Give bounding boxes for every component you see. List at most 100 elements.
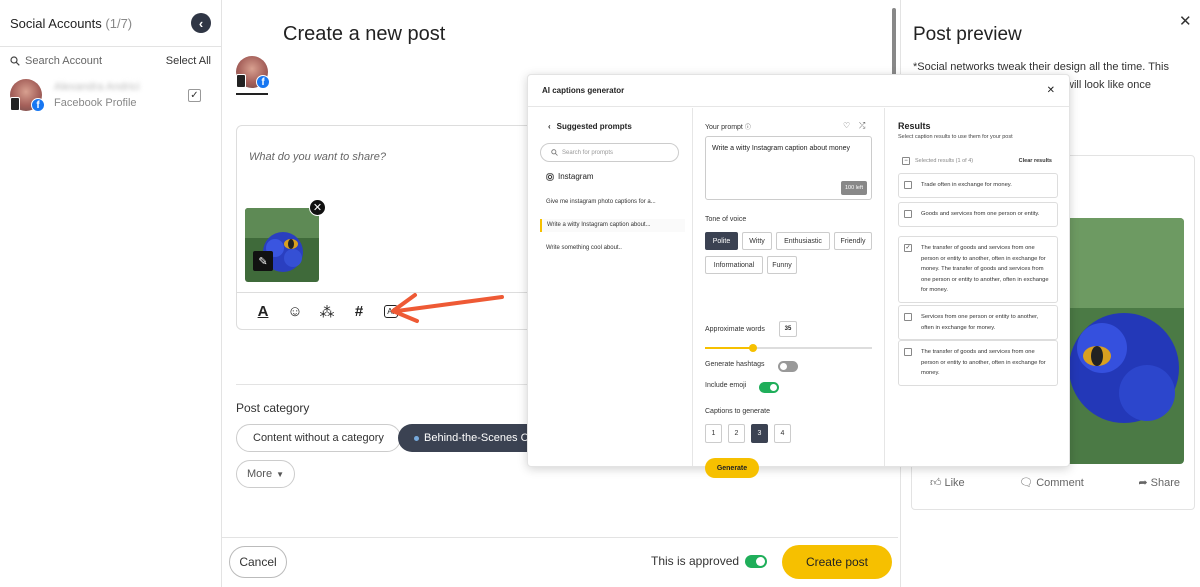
- modal-title: AI captions generator: [542, 86, 625, 95]
- caption-count-2[interactable]: 2: [728, 424, 745, 443]
- suggested-prompt-item[interactable]: Give me instagram photo captions for a..…: [540, 196, 685, 209]
- caption-count-1[interactable]: 1: [705, 424, 722, 443]
- shuffle-icon[interactable]: ⤮: [859, 121, 865, 131]
- close-icon[interactable]: ✕: [1179, 12, 1192, 30]
- char-counter: 100 left: [840, 181, 867, 195]
- results-column: Results Select caption results to use th…: [885, 108, 1071, 466]
- result-card[interactable]: The transfer of goods and services from …: [898, 340, 1058, 386]
- tone-friendly-button[interactable]: Friendly: [834, 232, 872, 250]
- chevron-down-icon: ▼: [276, 469, 284, 479]
- search-account-input[interactable]: Search Account: [25, 55, 102, 67]
- account-checkbox[interactable]: ✓: [188, 89, 201, 102]
- select-all-button[interactable]: Select All: [166, 55, 211, 67]
- prompt-search-input[interactable]: Search for prompts: [540, 143, 679, 162]
- page-title: Create a new post: [283, 23, 446, 45]
- result-checkbox[interactable]: [904, 210, 912, 218]
- hashtag-icon[interactable]: #: [349, 302, 369, 322]
- ai-captions-modal: AI captions generator ✕ ‹ Suggested promp…: [527, 74, 1071, 478]
- select-all-results-checkbox[interactable]: −: [902, 157, 910, 165]
- text-format-icon[interactable]: A: [253, 302, 273, 322]
- result-card-selected[interactable]: ✓ The transfer of goods and services fro…: [898, 236, 1058, 303]
- words-value[interactable]: 35: [779, 321, 797, 337]
- prompt-settings-column: Your prompt ⓘ ♡ ⤮ Write a witty Instagra…: [693, 108, 885, 478]
- results-title: Results: [898, 121, 931, 131]
- heart-icon[interactable]: ♡: [843, 121, 850, 130]
- edit-image-button[interactable]: ✎: [253, 251, 273, 271]
- suggested-prompts-header[interactable]: ‹ Suggested prompts: [548, 122, 632, 131]
- post-text-input[interactable]: What do you want to share?: [249, 151, 386, 163]
- collapse-sidebar-button[interactable]: ‹: [191, 13, 211, 33]
- close-icon[interactable]: ✕: [1047, 85, 1055, 96]
- comment-action[interactable]: 🗨︎ Comment: [1019, 476, 1084, 490]
- caption-count-3[interactable]: 3: [751, 424, 768, 443]
- category-chip[interactable]: Content without a category: [236, 424, 401, 452]
- instagram-icon: [546, 172, 554, 181]
- chevron-left-icon: ‹: [548, 122, 551, 131]
- result-checkbox[interactable]: [904, 348, 912, 356]
- clear-results-button[interactable]: Clear results: [1019, 158, 1052, 164]
- device-icon: [236, 74, 246, 88]
- result-card[interactable]: Services from one person or entity to an…: [898, 305, 1058, 340]
- scrollbar[interactable]: [892, 8, 896, 78]
- emoji-icon[interactable]: ☺: [285, 302, 305, 322]
- search-icon: [551, 149, 558, 156]
- preview-title: Post preview: [913, 24, 1022, 45]
- selected-account-avatar[interactable]: f: [236, 56, 270, 92]
- tone-enthusiastic-button[interactable]: Enthusiastic: [776, 232, 830, 250]
- cancel-button[interactable]: Cancel: [229, 546, 287, 578]
- suggested-prompt-item[interactable]: Write something cool about..: [540, 242, 685, 255]
- your-prompt-label: Your prompt ⓘ: [705, 124, 751, 131]
- facebook-icon: f: [31, 98, 45, 112]
- account-type: Facebook Profile: [54, 97, 137, 109]
- results-selection-bar: − Selected results (1 of 4) Clear results: [902, 157, 1052, 165]
- captions-count-label: Captions to generate: [705, 408, 770, 415]
- sidebar-title: Social Accounts (1/7): [10, 15, 133, 31]
- result-card[interactable]: Trade often in exchange for money.: [898, 173, 1058, 198]
- results-subtitle: Select caption results to use them for y…: [898, 134, 1013, 140]
- share-action[interactable]: ➦ Share: [1138, 476, 1180, 490]
- remove-image-button[interactable]: ✕: [309, 199, 326, 216]
- share-icon: ➦: [1138, 477, 1148, 489]
- result-card[interactable]: Goods and services from one person or en…: [898, 202, 1058, 227]
- device-icon: [10, 97, 20, 111]
- avatar: f: [10, 79, 45, 112]
- accounts-sidebar: Social Accounts (1/7) ‹ Search Account S…: [0, 0, 222, 587]
- caption-count-4[interactable]: 4: [774, 424, 791, 443]
- thumbs-up-icon: 👍︎: [930, 477, 942, 489]
- tone-informational-button[interactable]: Informational: [705, 256, 763, 274]
- facebook-icon: f: [256, 75, 270, 89]
- slider-handle[interactable]: [749, 344, 758, 352]
- slider-fill: [705, 347, 754, 349]
- info-icon: ⓘ: [744, 125, 751, 131]
- tone-witty-button[interactable]: Witty: [742, 232, 772, 250]
- modal-header: AI captions generator ✕: [528, 75, 1069, 107]
- preview-image: [1062, 218, 1184, 464]
- result-checkbox-checked[interactable]: ✓: [904, 244, 912, 252]
- tone-label: Tone of voice: [705, 216, 747, 223]
- footer-bar: Cancel This is approved Create post: [222, 537, 898, 587]
- suggested-prompt-item-active[interactable]: Write a witty Instagram caption about...: [540, 219, 685, 232]
- hashtags-label: Generate hashtags: [705, 361, 765, 368]
- active-account-underline: [236, 93, 268, 95]
- generate-button[interactable]: Generate: [705, 458, 759, 478]
- more-label: More: [247, 468, 273, 480]
- annotation-arrow-icon: [391, 293, 504, 323]
- create-post-button[interactable]: Create post: [782, 545, 892, 579]
- emoji-toggle[interactable]: [759, 382, 779, 393]
- account-row[interactable]: f Alexandra Andrici Facebook Profile ✓: [0, 75, 221, 115]
- hashtags-toggle[interactable]: [778, 361, 798, 372]
- tone-polite-button[interactable]: Polite: [705, 232, 738, 250]
- prompt-textarea[interactable]: Write a witty Instagram caption about mo…: [705, 136, 872, 200]
- magic-wand-icon[interactable]: ⁂: [317, 302, 337, 322]
- tone-funny-button[interactable]: Funny: [767, 256, 797, 274]
- approved-toggle[interactable]: [745, 554, 768, 568]
- comment-icon: 🗨︎: [1019, 477, 1034, 489]
- result-checkbox[interactable]: [904, 181, 912, 189]
- words-slider[interactable]: [705, 344, 872, 352]
- result-checkbox[interactable]: [904, 313, 912, 321]
- words-label: Approximate words: [705, 326, 765, 333]
- like-action[interactable]: 👍︎ Like: [930, 476, 965, 490]
- more-categories-button[interactable]: More ▼: [236, 460, 295, 488]
- avatar: f: [236, 56, 270, 89]
- account-name: Alexandra Andrici: [54, 81, 140, 93]
